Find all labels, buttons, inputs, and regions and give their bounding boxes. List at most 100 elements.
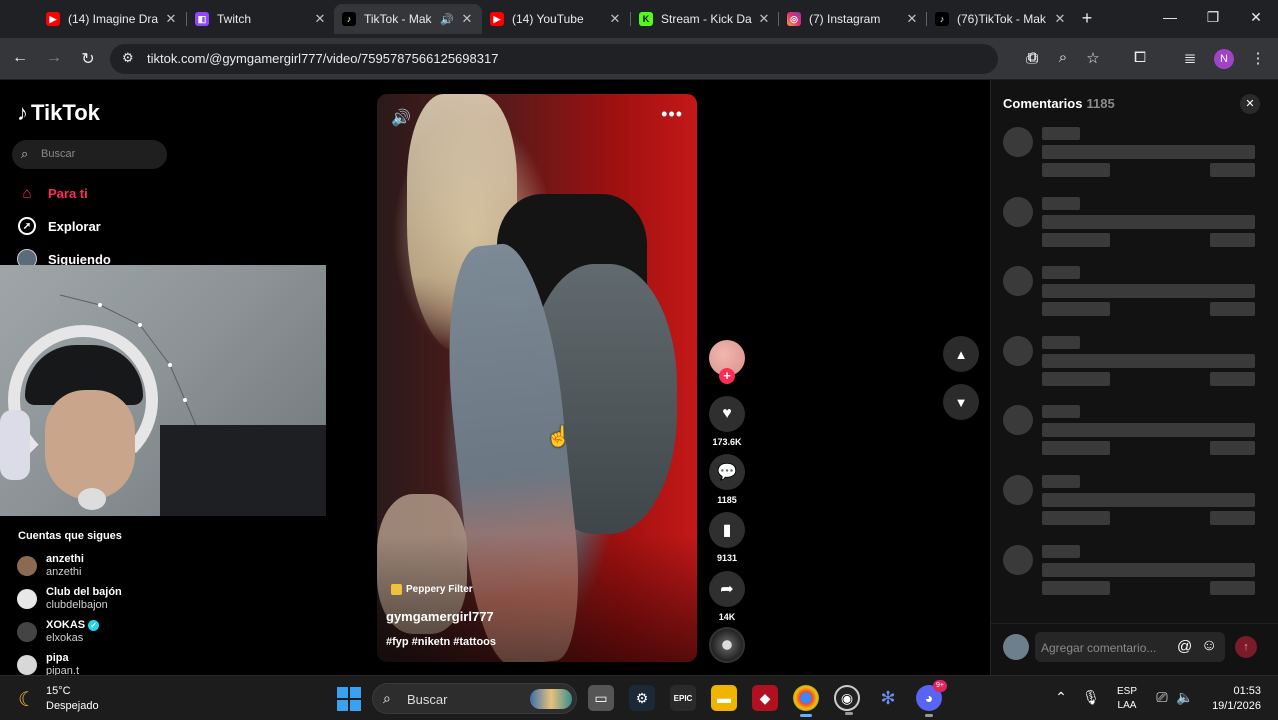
close-icon[interactable]: ✕ [608,11,622,27]
install-app-icon[interactable]: ⧉ [1023,49,1043,66]
discord-icon[interactable]: ◕ 9+ [916,680,947,717]
video-player[interactable]: 🔊 ••• Peppery Filter gymgamergirl777 #fy… [377,94,697,662]
comment-skeleton [1003,266,1258,322]
chrome-icon[interactable] [793,685,819,717]
tab-tiktok-2[interactable]: ♪ (76)TikTok - Mak ✕ [927,4,1075,34]
new-tab-button[interactable]: + [1078,8,1096,29]
tab-title: (7) Instagram [809,12,881,26]
file-explorer-icon[interactable]: ▬ [711,685,737,711]
site-info-icon[interactable]: ⚙ [122,50,134,66]
music-disc-icon[interactable] [709,627,745,663]
more-options-icon[interactable]: ••• [661,104,683,125]
headset-earcup [0,410,30,480]
system-clock[interactable]: 01:53 19/1/2026 [1196,684,1261,714]
bookmark-star-icon[interactable]: ☆ [1083,49,1103,67]
send-comment-button[interactable]: ↑ [1235,636,1257,658]
react-devtools-icon[interactable]: ✻ [875,685,901,711]
reload-icon[interactable]: ↻ [78,49,98,69]
weather-widget[interactable]: 15°C Despejado [46,684,99,714]
clock-date: 19/1/2026 [1212,700,1261,712]
url-text[interactable]: tiktok.com/@gymgamergirl777/video/759578… [147,51,498,66]
account-handle: anzethi [46,566,82,578]
network-icon[interactable]: ⎚ [1152,689,1172,706]
tray-chevron-up-icon[interactable]: ⌃ [1051,689,1071,706]
emoji-icon[interactable]: ☺ [1201,637,1217,655]
obs-icon[interactable]: ◉ [834,685,860,715]
close-comments-button[interactable]: ✕ [1240,94,1260,114]
save-button[interactable]: ▮ [709,512,745,548]
tab-youtube[interactable]: ▶ (14) YouTube ✕ [482,4,630,34]
minimize-icon[interactable]: — [1160,9,1180,25]
account-anzethi[interactable]: anzethi anzethi [17,553,84,579]
nav-item-para-ti[interactable]: ⌂ Para ti [17,183,87,203]
epic-games-icon[interactable]: EPIC [670,685,696,711]
forward-arrow-icon[interactable]: → [44,49,64,67]
steam-icon[interactable]: ⚙ [629,685,655,711]
tiktok-logo[interactable]: ♪ TikTok [17,100,100,126]
previous-video-button[interactable]: ▲ [943,336,979,372]
youtube-icon: ▶ [46,12,60,26]
nav-label: Explorar [48,218,101,234]
account-club-del-bajon[interactable]: Club del bajón clubdelbajon [17,586,122,612]
media-control-icon[interactable]: ≣ [1180,49,1200,67]
tab-twitch[interactable]: ◧ Twitch ✕ [187,4,335,34]
follow-plus-icon[interactable]: + [719,368,735,384]
avatar [17,622,37,642]
comment-button[interactable]: 💬 [709,454,745,490]
close-icon[interactable]: ✕ [164,11,178,27]
effect-tag[interactable]: Peppery Filter [391,584,473,595]
browser-tab-strip: ▶ (14) Imagine Dra ✕ ◧ Twitch ✕ ♪ TikTok… [0,0,1278,38]
tab-title: Stream - Kick Da [661,12,752,26]
windows-taskbar: ☾ 15°C Despejado ⌕ Buscar ▭ ⚙ EPIC ▬ ◆ ◉… [0,675,1278,720]
lang-line2: LAA [1117,700,1137,711]
back-arrow-icon[interactable]: ← [10,49,30,67]
address-bar[interactable]: ⚙ tiktok.com/@gymgamergirl777/video/7595… [110,44,1038,74]
comment-skeleton [1003,127,1258,183]
tiktok-icon: ♪ [17,100,28,125]
moon-weather-icon[interactable]: ☾ [18,687,36,712]
restore-icon[interactable]: ❐ [1203,9,1223,26]
taskbar-search[interactable]: ⌕ Buscar [372,683,577,714]
chevron-down-icon: ▼ [954,394,968,410]
avatar [17,589,37,609]
microphone-icon[interactable]: 🎙 [1081,689,1101,706]
tab-title: Twitch [217,12,252,26]
microphone [78,488,106,510]
nav-item-explorar[interactable]: ➚ Explorar [17,216,101,236]
taskbar-search-placeholder: Buscar [407,692,448,707]
task-view-icon[interactable]: ▭ [588,685,614,711]
zoom-icon[interactable]: ⌕ [1053,49,1073,66]
volume-tray-icon[interactable]: 🔈 [1175,689,1195,706]
menu-kebab-icon[interactable]: ⋮ [1248,49,1268,67]
comment-input[interactable]: Agregar comentario... @ ☺ [1035,632,1225,662]
share-button[interactable]: ➦ [709,571,745,607]
volume-icon[interactable]: 🔊 [391,108,411,128]
close-icon[interactable]: ✕ [313,11,327,27]
comment-placeholder: Agregar comentario... [1041,641,1157,655]
window-close-icon[interactable]: ✕ [1246,9,1266,26]
account-xokas[interactable]: XOKAS ✓ elxokas [17,619,100,645]
next-video-button[interactable]: ▼ [943,384,979,420]
language-indicator[interactable]: ESP LAA [1114,685,1140,713]
tab-kick[interactable]: K Stream - Kick Da ✕ [631,4,779,34]
game-app-icon[interactable]: ◆ [752,685,778,711]
epic-label: EPIC [673,693,693,703]
windows-start-icon[interactable] [337,687,361,711]
tab-instagram[interactable]: ◎ (7) Instagram ✕ [779,4,927,34]
close-icon[interactable]: ✕ [1053,11,1067,27]
video-author[interactable]: gymgamergirl777 [386,609,494,624]
close-icon[interactable]: ✕ [905,11,919,27]
tiktok-icon: ♪ [935,12,949,26]
tab-tiktok-active[interactable]: ♪ TikTok - Mak 🔊 ✕ [334,4,482,34]
mention-icon[interactable]: @ [1177,638,1192,655]
comment-icon: 💬 [717,464,737,481]
like-button[interactable]: ♥ [709,396,745,432]
close-icon[interactable]: ✕ [757,11,771,27]
close-icon[interactable]: ✕ [460,11,474,27]
tab-youtube-imagine[interactable]: ▶ (14) Imagine Dra ✕ [38,4,186,34]
search-input[interactable]: ⌕ Buscar [12,140,167,169]
extensions-icon[interactable]: ⧠ [1130,49,1150,66]
speaker-icon[interactable]: 🔊 [440,13,454,26]
profile-avatar[interactable]: N [1214,49,1234,69]
video-hashtags[interactable]: #fyp #niketn #tattoos [386,636,496,648]
